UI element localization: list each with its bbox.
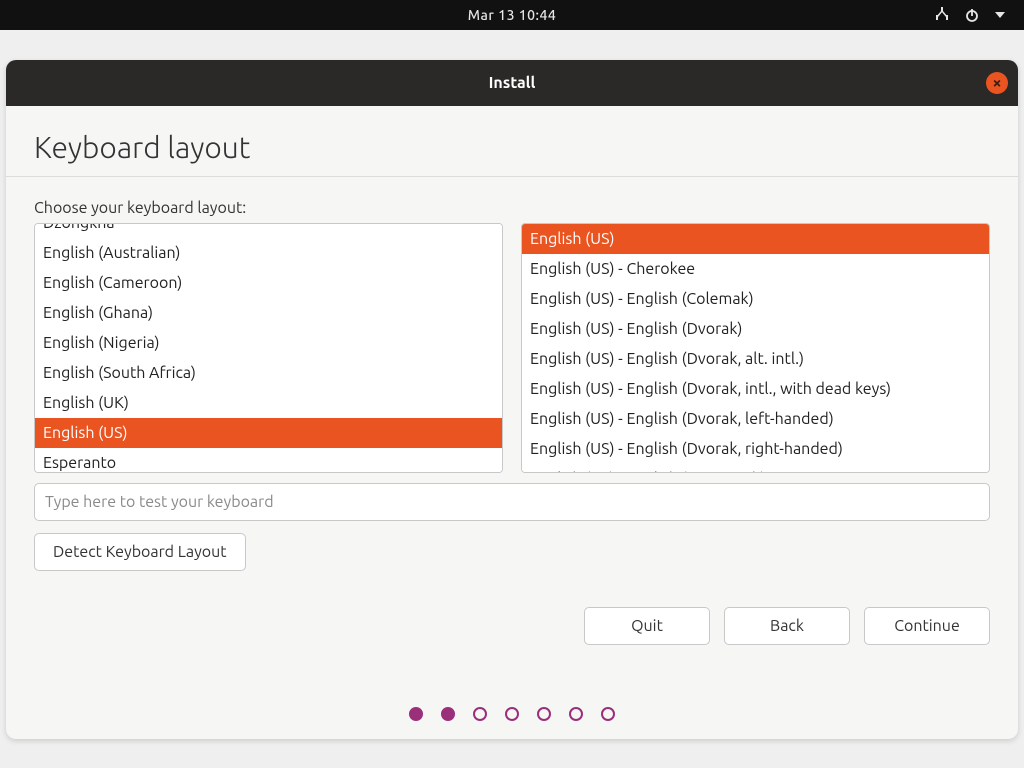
keyboard-layout-prompt: Choose your keyboard layout:: [34, 199, 990, 217]
list-item[interactable]: English (Australian): [35, 238, 502, 268]
list-item[interactable]: English (UK): [35, 388, 502, 418]
list-item[interactable]: Dzongkha: [35, 223, 502, 238]
list-item[interactable]: English (US): [522, 224, 989, 254]
list-item[interactable]: English (US) - English (Dvorak, right-ha…: [522, 434, 989, 464]
chevron-down-icon[interactable]: [994, 9, 1006, 21]
progress-dot: [601, 707, 615, 721]
list-item[interactable]: English (US) - English (Macintosh): [522, 464, 989, 473]
continue-button[interactable]: Continue: [864, 607, 990, 645]
list-item[interactable]: English (Ghana): [35, 298, 502, 328]
detect-keyboard-button[interactable]: Detect Keyboard Layout: [34, 533, 246, 571]
list-item[interactable]: English (US): [35, 418, 502, 448]
divider: [6, 176, 1018, 177]
list-item[interactable]: Esperanto: [35, 448, 502, 473]
keyboard-layout-lists: DzongkhaEnglish (Australian)English (Cam…: [34, 223, 990, 473]
progress-dot: [537, 707, 551, 721]
layout-variant-list[interactable]: English (US)English (US) - CherokeeEngli…: [521, 223, 990, 473]
list-item[interactable]: English (Nigeria): [35, 328, 502, 358]
installer-window: Install × Keyboard layout Choose your ke…: [6, 60, 1018, 739]
network-icon[interactable]: [934, 7, 950, 23]
progress-dot: [569, 707, 583, 721]
list-item[interactable]: English (US) - English (Dvorak, left-han…: [522, 404, 989, 434]
list-item[interactable]: English (US) - Cherokee: [522, 254, 989, 284]
window-close-button[interactable]: ×: [986, 72, 1008, 94]
close-icon: ×: [992, 74, 1001, 92]
back-button[interactable]: Back: [724, 607, 850, 645]
quit-button[interactable]: Quit: [584, 607, 710, 645]
window-title: Install: [489, 74, 536, 92]
list-item[interactable]: English (US) - English (Dvorak, intl., w…: [522, 374, 989, 404]
progress-dot: [441, 707, 455, 721]
list-item[interactable]: English (US) - English (Dvorak, alt. int…: [522, 344, 989, 374]
system-topbar: Mar 13 10:44: [0, 0, 1024, 30]
window-titlebar: Install ×: [6, 60, 1018, 106]
nav-buttons: Quit Back Continue: [34, 607, 990, 645]
list-item[interactable]: English (US) - English (Dvorak): [522, 314, 989, 344]
progress-dot: [473, 707, 487, 721]
system-tray: [934, 0, 1006, 30]
page-title: Keyboard layout: [34, 130, 990, 164]
layout-language-list[interactable]: DzongkhaEnglish (Australian)English (Cam…: [34, 223, 503, 473]
power-icon[interactable]: [964, 7, 980, 23]
list-item[interactable]: English (US) - English (Colemak): [522, 284, 989, 314]
progress-dot: [409, 707, 423, 721]
keyboard-test-input[interactable]: [34, 483, 990, 521]
system-clock: Mar 13 10:44: [468, 7, 557, 23]
list-item[interactable]: English (Cameroon): [35, 268, 502, 298]
progress-dot: [505, 707, 519, 721]
installer-content: Keyboard layout Choose your keyboard lay…: [6, 106, 1018, 739]
list-item[interactable]: English (South Africa): [35, 358, 502, 388]
progress-dots: [34, 707, 990, 721]
